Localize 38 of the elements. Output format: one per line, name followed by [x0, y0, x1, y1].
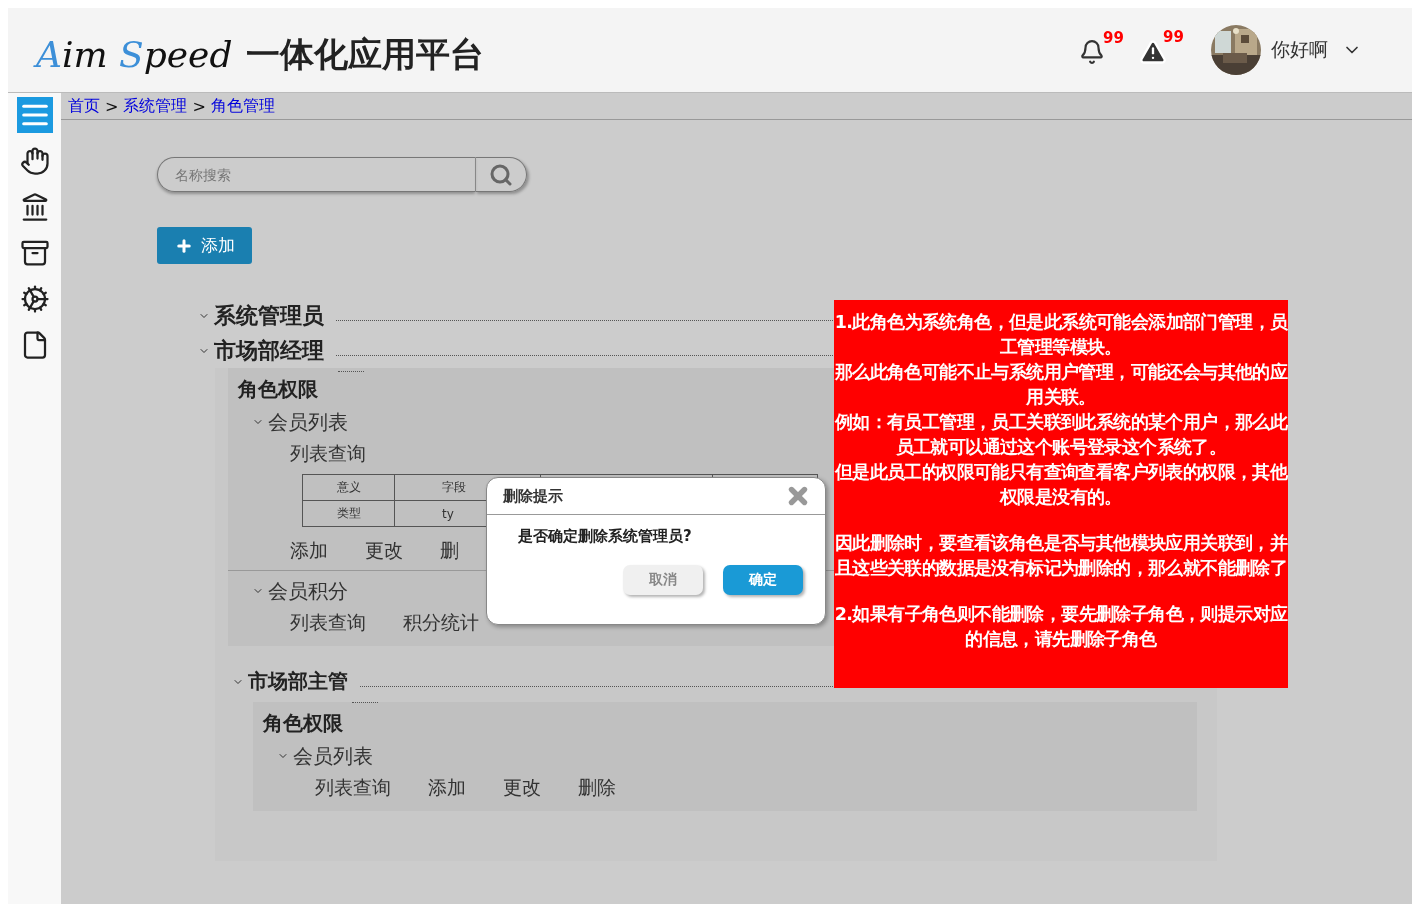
user-name[interactable]: 你好啊	[1271, 37, 1328, 63]
table-cell: 类型	[302, 500, 395, 527]
role-name[interactable]: 市场部经理	[214, 335, 324, 366]
separator: >	[192, 96, 206, 116]
note-text: 那么此角色可能不止与系统用户管理，可能还会与其他的应用关联。	[834, 361, 1288, 409]
panel-title: 角色权限	[238, 376, 318, 403]
dialog-message: 是否确定删除系统管理员?	[517, 526, 693, 547]
note-text: 但是此员工的权限可能只有查询查看客户列表的权限，其他权限是没有的。	[834, 461, 1288, 509]
permission-item: 更改	[365, 537, 403, 563]
panel-title: 角色权限	[263, 710, 343, 737]
add-button[interactable]: 添加	[157, 227, 252, 264]
role-name[interactable]: 系统管理员	[214, 300, 324, 331]
module-name: 会员列表	[268, 408, 348, 436]
note-text: 2.如果有子角色则不能删除，要先删除子角色，则提示对应的信息，请先删除子角色	[834, 603, 1288, 651]
permission-item: 删	[440, 537, 459, 563]
permission-item: 添加	[428, 774, 466, 800]
permission-item: 积分统计	[403, 609, 479, 635]
breadcrumb-link[interactable]: 系统管理	[123, 95, 188, 117]
count-label: 99	[1163, 28, 1184, 46]
permission-item: 添加	[290, 537, 328, 563]
permission-item: 更改	[503, 774, 541, 800]
permission-item: 列表查询	[315, 774, 391, 800]
count-label: 99	[1103, 29, 1124, 47]
search-field[interactable]: 名称搜索	[157, 157, 475, 192]
note-text: 因此删除时，要查看该角色是否与其他模块应用关联到，并且这些关联的数据是没有标记为删除的，那么就不能删除了	[834, 532, 1288, 580]
permission-item: 列表查询	[290, 609, 366, 635]
note-text: 例如：有员工管理，员工关联到此系统的某个用户，那么此员工就可以通过这个账号登录这个系统了。	[834, 411, 1288, 459]
note-text: 1.此角色为系统角色，但是此系统可能会添加部门管理，员工管理等模块。	[834, 311, 1288, 359]
app-title: 一体化应用平台	[246, 33, 486, 76]
separator: >	[105, 96, 119, 116]
permission-item: 列表查询	[290, 440, 366, 466]
breadcrumb-link[interactable]: 角色管理	[210, 95, 275, 117]
permission-item: 删除	[578, 774, 616, 800]
module-name: 会员列表	[293, 742, 373, 770]
module-name: 会员积分	[268, 577, 348, 605]
role-name[interactable]: 市场部主管	[248, 668, 348, 695]
table-cell: 意义	[302, 474, 395, 501]
breadcrumb-link[interactable]: 首页	[68, 95, 100, 117]
